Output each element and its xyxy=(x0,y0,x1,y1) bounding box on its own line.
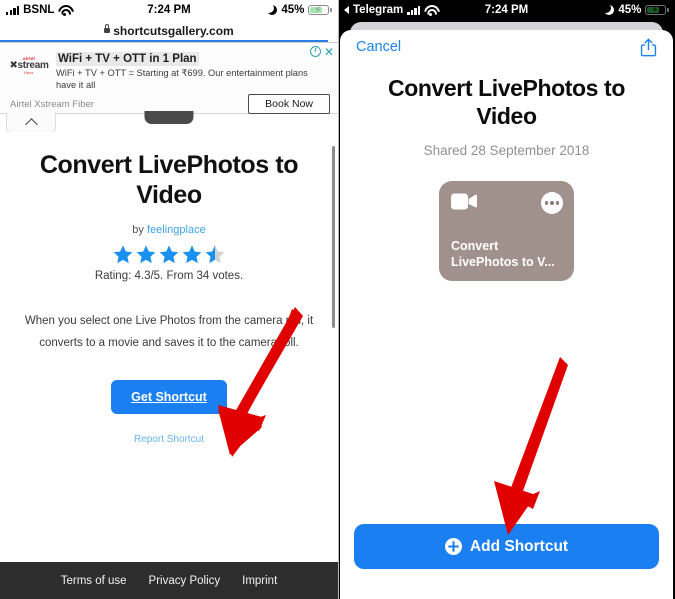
left-status-bar: BSNL 7:24 PM 45% ⚡ xyxy=(0,0,338,20)
wifi-icon xyxy=(424,5,436,16)
wifi-icon xyxy=(58,5,70,16)
by-prefix: by xyxy=(132,224,144,236)
ios-shortcut-sheet-panel: Telegram 7:24 PM 45% ⚡ Cancel Convert Li… xyxy=(338,0,675,599)
ad-description: WiFi + TV + OTT = Starting at ₹699. Our … xyxy=(56,68,308,90)
share-icon[interactable] xyxy=(640,38,657,57)
left-status-left: BSNL xyxy=(6,4,70,16)
back-app-label[interactable]: Telegram xyxy=(353,4,403,16)
panel-divider xyxy=(338,0,339,599)
address-bar[interactable]: shortcutsgallery.com xyxy=(0,20,338,42)
footer-link-privacy[interactable]: Privacy Policy xyxy=(149,575,221,587)
ad-info-icon[interactable]: i xyxy=(309,46,321,57)
battery-charging-icon: ⚡ xyxy=(308,4,332,16)
sheet-header: Cancel xyxy=(340,30,673,64)
add-shortcut-label: Add Shortcut xyxy=(469,537,569,555)
shortcut-preview-card[interactable]: Convert LivePhotos to V... xyxy=(439,181,574,281)
shortcut-sheet: Cancel Convert LivePhotos to Video Share… xyxy=(340,30,673,599)
page-description: When you select one Live Photos from the… xyxy=(24,315,314,349)
ad-controls: i ✕ xyxy=(309,46,334,58)
back-triangle-icon[interactable] xyxy=(344,6,349,14)
battery-percent-label: 45% xyxy=(618,4,642,16)
screenshot-root: BSNL 7:24 PM 45% ⚡ shortcutsgallery.com … xyxy=(0,0,675,599)
footer-link-terms[interactable]: Terms of use xyxy=(61,575,127,587)
right-status-bar: Telegram 7:24 PM 45% ⚡ xyxy=(338,0,675,20)
ad-logo-bottom: fiber xyxy=(24,70,34,76)
banner-ad[interactable]: i ✕ airtel ✖stream fiber WiFi + TV + OTT… xyxy=(0,43,338,114)
author-link[interactable]: feelingplace xyxy=(147,224,206,236)
url-text: shortcutsgallery.com xyxy=(113,24,234,38)
collapse-ad-button[interactable] xyxy=(6,113,56,134)
ad-advertiser-label: Airtel Xstream Fiber xyxy=(10,98,94,110)
shortcut-card-label: Convert LivePhotos to V... xyxy=(451,239,555,269)
page-author-line: by feelingplace xyxy=(12,224,326,236)
ad-cta-button[interactable]: Book Now xyxy=(248,94,330,114)
star-filled-icon xyxy=(182,245,202,264)
footer-link-imprint[interactable]: Imprint xyxy=(242,575,277,587)
video-camera-icon xyxy=(451,193,478,210)
lock-icon xyxy=(104,24,111,34)
ad-close-icon[interactable]: ✕ xyxy=(324,46,334,58)
signal-bars-icon xyxy=(407,5,421,15)
website-content: Convert LivePhotos to Video by feelingpl… xyxy=(0,132,338,599)
right-status-right: 45% ⚡ xyxy=(601,3,669,16)
ellipsis-icon[interactable] xyxy=(541,192,563,214)
star-filled-icon xyxy=(136,245,156,264)
ad-headline: WiFi + TV + OTT in 1 Plan xyxy=(56,52,199,66)
page-load-progress xyxy=(0,39,328,42)
safari-browser-panel: BSNL 7:24 PM 45% ⚡ shortcutsgallery.com … xyxy=(0,0,338,599)
page-scrollbar[interactable] xyxy=(332,146,335,328)
star-half-icon xyxy=(205,245,225,264)
moon-icon xyxy=(264,3,278,15)
right-status-left: Telegram xyxy=(344,4,436,16)
signal-bars-icon xyxy=(6,5,20,15)
browser-tool-strip xyxy=(0,111,338,134)
rating-text: Rating: 4.3/5. From 34 votes. xyxy=(94,270,244,282)
site-footer: Terms of use Privacy Policy Imprint xyxy=(0,562,338,599)
plus-circle-icon xyxy=(444,538,462,555)
star-filled-icon xyxy=(113,245,133,264)
cancel-button[interactable]: Cancel xyxy=(356,39,401,55)
ad-body: WiFi + TV + OTT in 1 Plan WiFi + TV + OT… xyxy=(56,49,330,91)
notch-handle xyxy=(144,111,194,124)
sheet-spacer xyxy=(340,281,673,524)
star-filled-icon xyxy=(159,245,179,264)
left-status-right: 45% ⚡ xyxy=(264,3,332,16)
battery-charging-icon: ⚡ xyxy=(645,4,669,16)
advertiser-logo: airtel ✖stream fiber xyxy=(8,49,50,83)
sheet-shared-date: Shared 28 September 2018 xyxy=(423,143,590,158)
add-shortcut-button[interactable]: Add Shortcut xyxy=(354,524,659,569)
chevron-up-icon xyxy=(24,118,38,131)
battery-percent-label: 45% xyxy=(281,4,305,16)
sheet-title: Convert LivePhotos to Video xyxy=(388,75,625,129)
page-title: Convert LivePhotos to Video xyxy=(39,151,299,209)
carrier-label: BSNL xyxy=(23,4,55,16)
report-shortcut-link[interactable]: Report Shortcut xyxy=(12,434,326,445)
ad-top-row: airtel ✖stream fiber WiFi + TV + OTT in … xyxy=(8,49,330,91)
get-shortcut-button[interactable]: Get Shortcut xyxy=(111,380,227,414)
star-rating xyxy=(12,244,326,265)
moon-icon xyxy=(601,3,615,15)
